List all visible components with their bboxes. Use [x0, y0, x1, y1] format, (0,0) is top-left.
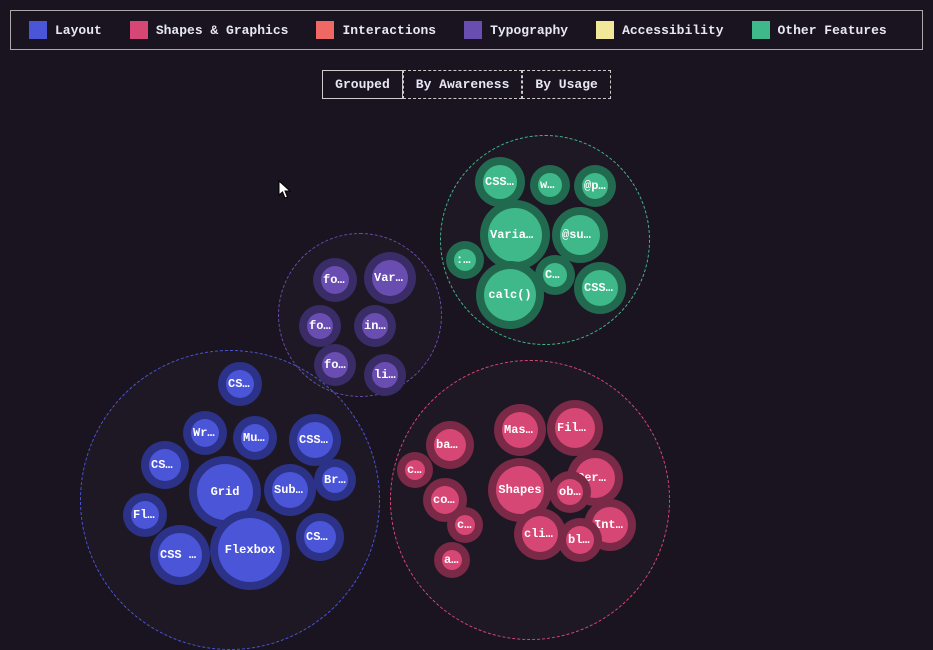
bubble[interactable]: object-fit: [549, 471, 591, 513]
bubble[interactable]: CSS Compari…: [574, 262, 626, 314]
bubble[interactable]: blend-mode: [558, 518, 602, 562]
bubble-label: Subgrid: [272, 483, 308, 497]
legend-swatch: [316, 21, 334, 39]
bubble-label: object-fit: [557, 485, 583, 499]
tab-by-awareness[interactable]: By Awareness: [403, 70, 523, 99]
bubble[interactable]: font-vari…: [299, 305, 341, 347]
legend-label: Other Features: [778, 23, 887, 38]
bubble-label: blend-mode: [566, 533, 594, 547]
bubble[interactable]: accent-color: [434, 542, 470, 578]
bubble-label: ::marker: [454, 253, 476, 267]
bubble[interactable]: Variables: [480, 200, 550, 270]
bubble[interactable]: initial-let…: [354, 305, 396, 347]
legend-item[interactable]: Interactions: [316, 21, 436, 39]
legend-item[interactable]: Layout: [29, 21, 102, 39]
bubble-label: clip-path: [522, 527, 558, 541]
bubble-label: @supports: [560, 228, 600, 242]
bubble-label: initial-let…: [362, 319, 388, 333]
legend-label: Shapes & Graphics: [156, 23, 289, 38]
bubble-label: CSS propert…: [304, 530, 336, 544]
legend-item[interactable]: Other Features: [752, 21, 887, 39]
legend-label: Typography: [490, 23, 568, 38]
bubble-label: Multi-Co…: [241, 431, 269, 445]
bubble-label: line-clamp: [372, 368, 398, 382]
legend-swatch: [464, 21, 482, 39]
bubble-label: accent-color: [442, 553, 462, 567]
bubble[interactable]: CSS content…: [141, 441, 189, 489]
bubble-label: Variable Fo…: [372, 271, 408, 285]
bubble[interactable]: backdrop-fi…: [426, 421, 474, 469]
bubble-label: backdrop-fi…: [434, 438, 466, 452]
bubble-label: CSS positio…: [158, 548, 202, 562]
bubble[interactable]: Variable Fo…: [364, 252, 416, 304]
bubble-label: Contain: [543, 268, 567, 282]
bubble[interactable]: Multi-Co…: [233, 416, 277, 460]
bubble[interactable]: @supports: [552, 207, 608, 263]
legend-item[interactable]: Accessibility: [596, 21, 723, 39]
bubble[interactable]: CSS positio…: [150, 525, 210, 585]
bubble-label: Masking: [502, 423, 538, 437]
bubble-label: Flexbox: [223, 543, 277, 557]
legend-swatch: [29, 21, 47, 39]
bubble[interactable]: color-gamut: [447, 507, 483, 543]
bubble-label: CSS Logical…: [297, 433, 333, 447]
bubble[interactable]: ::marker: [446, 241, 484, 279]
bubble-label: CSS Compari…: [582, 281, 618, 295]
bubble-label: Shapes: [496, 483, 543, 497]
bubble[interactable]: CSS propert…: [218, 362, 262, 406]
bubble[interactable]: Masking: [494, 404, 546, 456]
bubble[interactable]: line-clamp: [364, 354, 406, 396]
tab-grouped[interactable]: Grouped: [322, 70, 403, 99]
legend-swatch: [752, 21, 770, 39]
bubble-label: Variables: [488, 228, 542, 242]
legend-label: Interactions: [342, 23, 436, 38]
view-tabs: GroupedBy AwarenessBy Usage: [0, 70, 933, 99]
bubble[interactable]: font-dis…: [313, 258, 357, 302]
bubble[interactable]: Contain: [535, 255, 575, 295]
legend-item[interactable]: Shapes & Graphics: [130, 21, 289, 39]
bubble-label: Writing Mod…: [191, 426, 219, 440]
bubble[interactable]: Subgrid: [264, 464, 316, 516]
legend-swatch: [130, 21, 148, 39]
bubble-label: will-ch…: [538, 178, 562, 192]
bubble-label: font-vari…: [307, 319, 333, 333]
bubble-label: CSS Houdini: [483, 175, 517, 189]
bubble-label: color-gamut: [455, 518, 475, 532]
bubble-label: font-dis…: [321, 273, 349, 287]
bubble-label: color(): [405, 463, 425, 477]
bubble[interactable]: will-ch…: [530, 165, 570, 205]
legend-label: Layout: [55, 23, 102, 38]
bubble-chart: CSS Houdini will-ch… @property Variables @su…: [0, 120, 933, 595]
bubble-label: CSS content…: [149, 458, 181, 472]
legend-swatch: [596, 21, 614, 39]
bubble-label: font-varian…: [322, 358, 348, 372]
bubble-label: conic-gradi…: [431, 493, 459, 507]
bubble[interactable]: Break Rules: [314, 459, 356, 501]
bubble-label: Break Rules: [322, 473, 348, 487]
bubble[interactable]: Flexbox Gap: [123, 493, 167, 537]
bubble-label: Flexbox Gap: [131, 508, 159, 522]
bubble[interactable]: Writing Mod…: [183, 411, 227, 455]
bubble-label: CSS propert…: [226, 377, 254, 391]
bubble-label: calc(): [486, 288, 533, 302]
bubble-label: @property: [582, 179, 608, 193]
bubble[interactable]: calc(): [476, 261, 544, 329]
bubble-label: Filters & E…: [555, 421, 595, 435]
bubble[interactable]: @property: [574, 165, 616, 207]
bubble[interactable]: Flexbox: [210, 510, 290, 590]
bubble[interactable]: color(): [397, 452, 433, 488]
legend-label: Accessibility: [622, 23, 723, 38]
bubble[interactable]: CSS propert…: [296, 513, 344, 561]
legend-bar: Layout Shapes & Graphics Interactions Typog…: [10, 10, 923, 50]
bubble-label: Grid: [209, 485, 242, 499]
bubble[interactable]: Filters & E…: [547, 400, 603, 456]
tab-by-usage[interactable]: By Usage: [522, 70, 610, 99]
legend-item[interactable]: Typography: [464, 21, 568, 39]
